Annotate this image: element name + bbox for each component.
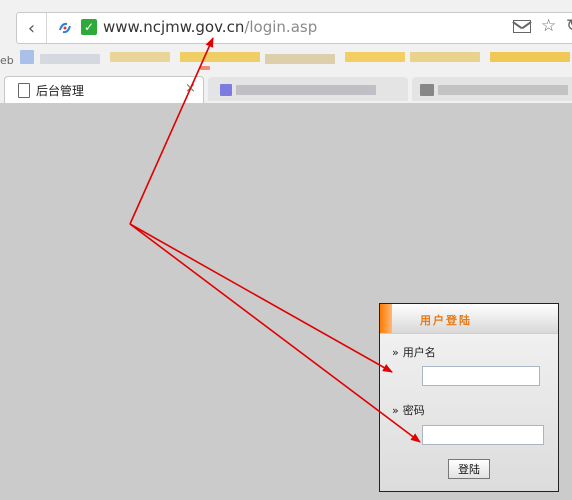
arrow-to-url bbox=[129, 37, 214, 225]
arrow-to-password bbox=[129, 223, 421, 443]
arrow-to-username bbox=[129, 223, 393, 373]
annotation-arrows bbox=[129, 37, 421, 443]
